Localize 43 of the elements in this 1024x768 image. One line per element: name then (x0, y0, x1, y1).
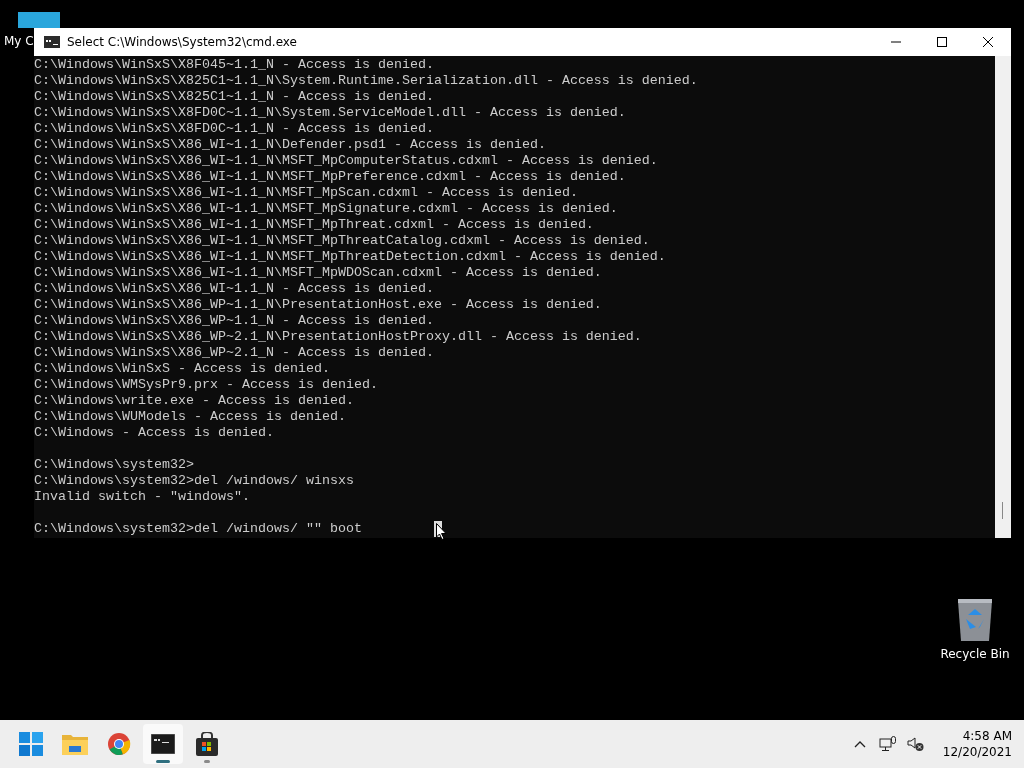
console-line: C:\Windows\WinSxS\X8F045~1.1_N - Access is denied. (34, 57, 434, 73)
console-line: C:\Windows\WinSxS\X86_WP~2.1_N - Access is denied. (34, 345, 434, 361)
recycle-bin-icon[interactable] (956, 597, 994, 641)
console-line: C:\Windows\WinSxS\X86_WP~1.1_N - Access is denied. (34, 313, 434, 329)
window-title: Select C:\Windows\System32\cmd.exe (67, 35, 297, 49)
console-line: C:\Windows\WinSxS - Access is denied. (34, 361, 330, 377)
scrollbar[interactable] (995, 56, 1011, 538)
folder-icon (62, 733, 88, 755)
clock[interactable]: 4:58 AM 12/20/2021 (942, 728, 1012, 760)
console-line: C:\Windows\system32> (34, 457, 194, 473)
console-line: C:\Windows\WUModels - Access is denied. (34, 409, 346, 425)
taskbar-app-button[interactable] (143, 724, 183, 764)
console-line: C:\Windows\WinSxS\X86_WI~1.1_N\Defender.psd1 - Access is denied. (34, 137, 546, 153)
console-line: C:\Windows\WinSxS\X86_WI~1.1_N\MSFT_MpScan.cdxml - Access is denied. (34, 185, 578, 201)
console-line: Invalid switch - "windows". (34, 489, 250, 505)
console-line: C:\Windows\WinSxS\X86_WI~1.1_N\MSFT_MpPreference.cdxml - Access is denied. (34, 169, 626, 185)
desktop-icon-label: Recycle Bin (940, 647, 1010, 661)
close-icon (982, 36, 994, 48)
desktop-icon-label: My C (4, 34, 34, 48)
windows-logo-icon (19, 732, 43, 756)
console-line: C:\Windows\WMSysPr9.prx - Access is denied. (34, 377, 378, 393)
terminal-icon (151, 734, 175, 754)
terminal-icon (44, 36, 60, 48)
console-line: C:\Windows\WinSxS\X86_WI~1.1_N\MSFT_MpThreatCatalog.cdxml - Access is denied. (34, 233, 650, 249)
console-line: C:\Windows\WinSxS\X86_WI~1.1_N\MSFT_MpWDOScan.cdxml - Access is denied. (34, 265, 602, 281)
console-line: C:\Windows - Access is denied. (34, 425, 274, 441)
console-line: C:\Windows\system32>del /windows/ "" boot (34, 521, 362, 537)
console-line: C:\Windows\WinSxS\X825C1~1.1_N\System.Runtime.Serialization.dll - Access is denied. (34, 73, 698, 89)
maximize-icon (936, 36, 948, 48)
console-line: C:\Windows\WinSxS\X825C1~1.1_N - Access is denied. (34, 89, 434, 105)
console-line: C:\Windows\WinSxS\X86_WI~1.1_N - Access is denied. (34, 281, 434, 297)
console-line: C:\Windows\WinSxS\X86_WI~1.1_N\MSFT_MpComputerStatus.cdxml - Access is denied. (34, 153, 658, 169)
console-line: C:\Windows\WinSxS\X86_WP~1.1_N\PresentationHost.exe - Access is denied. (34, 297, 602, 313)
browser-icon (107, 732, 131, 756)
console-line: C:\Windows\system32>del /windows/ winsxs (34, 473, 354, 489)
shopping-bag-icon (196, 732, 218, 756)
console-line: C:\Windows\WinSxS\X86_WI~1.1_N\MSFT_MpThreat.cdxml - Access is denied. (34, 217, 594, 233)
console-line: C:\Windows\WinSxS\X86_WI~1.1_N\MSFT_MpThreatDetection.cdxml - Access is denied. (34, 249, 666, 265)
console-line: C:\Windows\WinSxS\X8FD0C~1.1_N - Access is denied. (34, 121, 434, 137)
console-line: C:\Windows\WinSxS\X86_WP~2.1_N\PresentationHostProxy.dll - Access is denied. (34, 329, 642, 345)
console-line: C:\Windows\WinSxS\X8FD0C~1.1_N\System.ServiceModel.dll - Access is denied. (34, 105, 626, 121)
console-line: C:\Windows\WinSxS\X86_WI~1.1_N\MSFT_MpSignature.cdxml - Access is denied. (34, 201, 618, 217)
console-line: C:\Windows\write.exe - Access is denied. (34, 393, 354, 409)
